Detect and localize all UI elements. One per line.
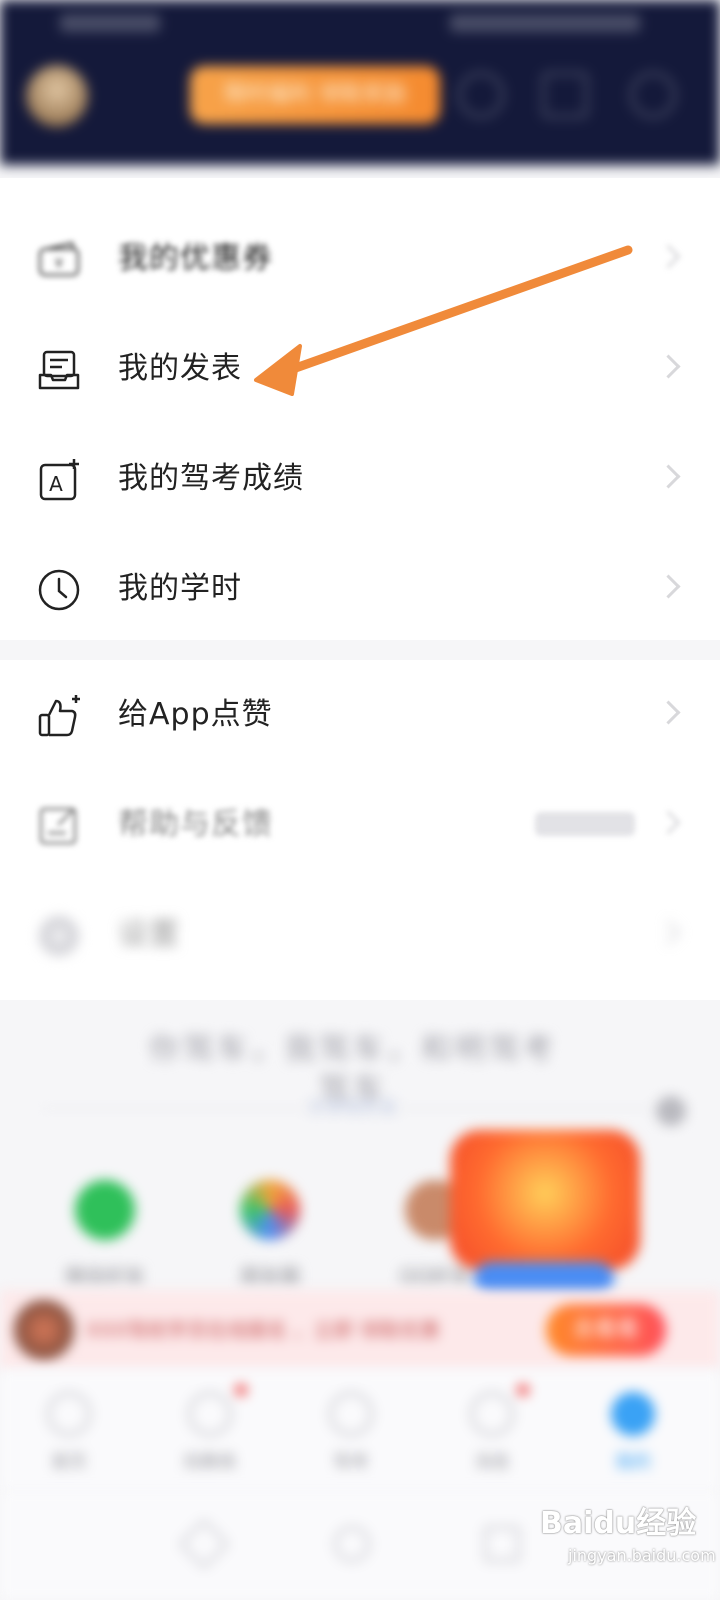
chevron-right-icon — [656, 244, 681, 269]
share-link[interactable]: 分享给好友 — [295, 1096, 410, 1120]
coach-icon — [188, 1392, 232, 1436]
menu-item-label: 我的学时 — [118, 571, 242, 606]
score-card-icon: A — [39, 459, 79, 501]
notice-bar[interactable]: XXX驾校学员在线报名 ，立即 领取优惠 去看看 — [0, 1290, 720, 1370]
chevron-right-icon — [656, 810, 681, 835]
status-bar — [0, 0, 720, 48]
promo-button[interactable]: 限时福利 领取奖励 — [190, 66, 440, 124]
tab-me[interactable]: 我的 — [578, 1392, 688, 1482]
svg-text:A: A — [49, 472, 63, 496]
menu-item-help-feedback[interactable]: 帮助与反馈 — [0, 770, 720, 880]
message-icon[interactable] — [630, 72, 676, 118]
chevron-right-icon — [656, 574, 681, 599]
slogan-text: 你驾车，我驾车，和明驾考驾车 — [149, 1032, 557, 1107]
notice-text: XXX驾校学员在线报名 ，立即 领取优惠 — [86, 1318, 440, 1342]
menu-item-study-hours[interactable]: 我的学时 — [0, 534, 720, 644]
share-label: 朋友圈 — [240, 1264, 300, 1288]
share-label: 微信好友 — [65, 1264, 145, 1288]
scan-icon[interactable] — [542, 72, 588, 118]
moments-icon[interactable] — [240, 1180, 300, 1240]
tab-home[interactable]: 首页 — [14, 1392, 124, 1482]
menu-item-settings[interactable]: 设置 — [0, 880, 720, 990]
tab-exam[interactable]: 驾考 — [296, 1392, 406, 1482]
tab-label: 消息 — [474, 1452, 510, 1473]
message-icon — [470, 1392, 514, 1436]
edit-feedback-icon — [39, 807, 77, 845]
avatar[interactable] — [26, 65, 88, 127]
promo-banner-image[interactable] — [450, 1130, 640, 1270]
tab-label: 驾考 — [333, 1452, 369, 1473]
close-icon[interactable] — [656, 1096, 686, 1126]
watermark-url: jingyan.baidu.com — [568, 1546, 716, 1565]
wechat-icon[interactable] — [75, 1180, 135, 1240]
chevron-right-icon — [656, 700, 681, 725]
home-button-icon[interactable] — [334, 1526, 370, 1562]
notice-action-button[interactable]: 去看看 — [546, 1304, 666, 1356]
profile-header: 限时福利 领取奖励 — [0, 0, 720, 165]
chevron-right-icon — [656, 464, 681, 489]
menu-item-label: 我的驾考成绩 — [118, 461, 304, 496]
signal-indicator — [60, 14, 160, 32]
menu-item-label: 给App点赞 — [118, 697, 273, 732]
menu-item-exam-scores[interactable]: A 我的驾考成绩 — [0, 424, 720, 534]
menu-item-posts[interactable]: 我的发表 — [0, 314, 720, 424]
back-icon[interactable] — [178, 1518, 230, 1570]
exam-icon — [329, 1392, 373, 1436]
notice-avatar — [14, 1300, 74, 1360]
headset-icon[interactable] — [458, 72, 504, 118]
chevron-right-icon — [656, 920, 681, 945]
menu-item-label: 帮助与反馈 — [118, 807, 273, 842]
coupon-icon: ¥ — [38, 241, 80, 277]
profile-icon — [611, 1392, 655, 1436]
tab-messages[interactable]: 消息 — [437, 1384, 547, 1482]
gear-icon — [39, 916, 79, 956]
menu-item-label: 我的发表 — [118, 351, 242, 386]
unread-dot — [235, 1384, 247, 1396]
bottom-tab-bar: 首页 找教练 驾考 消息 我的 — [0, 1370, 720, 1490]
menu-item-label: 设置 — [118, 917, 180, 952]
inbox-tray-icon — [38, 350, 80, 390]
clock-icon — [38, 569, 80, 611]
battery-time-indicator — [450, 14, 640, 32]
tab-label: 找教练 — [183, 1452, 237, 1473]
thumbs-up-icon — [38, 695, 80, 737]
watermark-logo: Baidu经验 — [540, 1506, 697, 1541]
tab-label: 我的 — [615, 1452, 651, 1473]
recents-icon[interactable] — [484, 1526, 520, 1562]
tab-find-coach[interactable]: 找教练 — [155, 1384, 265, 1482]
menu-item-rate-app[interactable]: 给App点赞 — [0, 660, 720, 770]
svg-text:¥: ¥ — [55, 256, 64, 272]
menu-card-secondary: 给App点赞 帮助与反馈 设置 — [0, 660, 720, 1000]
home-icon — [47, 1392, 91, 1436]
menu-card-primary: ¥ 我的优惠券 我的发表 A 我的驾考成绩 我的学时 — [0, 178, 720, 640]
menu-item-coupons[interactable]: ¥ 我的优惠券 — [0, 204, 720, 314]
chevron-right-icon — [656, 354, 681, 379]
feedback-hint-badge — [535, 812, 635, 836]
menu-item-label: 我的优惠券 — [118, 241, 273, 276]
unread-dot — [517, 1384, 529, 1396]
tab-label: 首页 — [51, 1452, 87, 1473]
